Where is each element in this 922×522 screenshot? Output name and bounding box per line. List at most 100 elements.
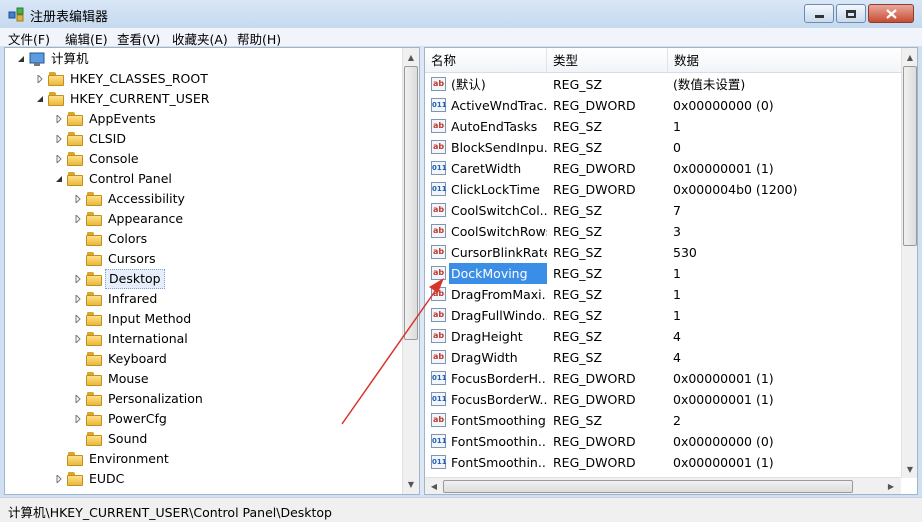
folder-icon [86, 332, 102, 346]
scroll-right-arrow-icon[interactable]: ▶ [883, 478, 899, 494]
value-row[interactable]: 011 FocusBorderH... REG_DWORD 0x00000001 (1… [425, 368, 901, 389]
column-header-type[interactable]: 类型 [547, 48, 668, 73]
value-row[interactable]: ab (默认) REG_SZ (数值未设置) [425, 74, 901, 95]
menu-favorites[interactable]: 收藏夹(A) [172, 29, 228, 48]
close-button[interactable] [868, 4, 914, 23]
tree-item[interactable]: Colors [5, 229, 400, 249]
scroll-left-arrow-icon[interactable]: ◀ [426, 478, 442, 494]
tree-item[interactable]: Mouse [5, 369, 400, 389]
value-row[interactable]: ab FontSmoothing REG_SZ 2 [425, 410, 901, 431]
column-header-data[interactable]: 数据 [668, 48, 903, 73]
expanded-triangle-icon[interactable] [36, 95, 44, 103]
value-data: 3 [673, 224, 681, 239]
folder-icon [86, 272, 102, 286]
tree-item[interactable]: Desktop [5, 269, 400, 289]
menu-view[interactable]: 查看(V) [117, 29, 160, 48]
menu-edit[interactable]: 编辑(E) [65, 29, 108, 48]
tree-vertical-scrollbar[interactable]: ▲ ▼ [402, 48, 419, 494]
expanded-triangle-icon[interactable] [55, 175, 63, 183]
value-row[interactable]: ab DragWidth REG_SZ 4 [425, 347, 901, 368]
value-row[interactable]: 011 ActiveWndTrac... REG_DWORD 0x00000000 (… [425, 95, 901, 116]
collapsed-triangle-icon[interactable] [36, 75, 44, 83]
maximize-button[interactable] [836, 4, 866, 23]
value-row[interactable]: 011 CaretWidth REG_DWORD 0x00000001 (1) [425, 158, 901, 179]
tree-item[interactable]: Cursors [5, 249, 400, 269]
value-row[interactable]: ab CoolSwitchCol... REG_SZ 7 [425, 200, 901, 221]
value-row[interactable]: ab CursorBlinkRate REG_SZ 530 [425, 242, 901, 263]
tree-item[interactable]: HKEY_CLASSES_ROOT [5, 69, 400, 89]
value-row[interactable]: ab CoolSwitchRows REG_SZ 3 [425, 221, 901, 242]
value-name: CoolSwitchCol... [451, 203, 547, 218]
collapsed-triangle-icon[interactable] [74, 195, 82, 203]
tree-item[interactable]: International [5, 329, 400, 349]
reg-sz-icon: ab [431, 203, 446, 217]
tree-item[interactable]: AppEvents [5, 109, 400, 129]
tree-item-label: Colors [108, 231, 148, 246]
collapsed-triangle-icon[interactable] [55, 155, 63, 163]
reg-dword-icon: 011 [431, 392, 447, 406]
list-vertical-scrollbar[interactable]: ▲ ▼ [901, 48, 917, 478]
tree-item[interactable]: Accessibility [5, 189, 400, 209]
list-horizontal-thumb[interactable] [443, 480, 853, 493]
tree-scroll-thumb[interactable] [404, 66, 418, 340]
collapsed-triangle-icon[interactable] [74, 215, 82, 223]
value-data: 7 [673, 203, 681, 218]
value-row[interactable]: 011 FontSmoothin... REG_DWORD 0x00000000 (0… [425, 431, 901, 452]
tree-item[interactable]: Appearance [5, 209, 400, 229]
window-title: 注册表编辑器 [30, 10, 109, 25]
scroll-up-arrow-icon[interactable]: ▲ [902, 49, 917, 65]
values-list-pane[interactable]: 名称 类型 数据 ab (默认) REG_SZ (数值未设置) 011 ActiveWnd… [424, 47, 918, 495]
expanded-triangle-icon[interactable] [17, 55, 25, 63]
tree-item[interactable]: EUDC [5, 469, 400, 489]
tree-item[interactable]: PowerCfg [5, 409, 400, 429]
value-row[interactable]: ab AutoEndTasks REG_SZ 1 [425, 116, 901, 137]
value-data: 2 [673, 413, 681, 428]
collapsed-triangle-icon[interactable] [74, 335, 82, 343]
collapsed-triangle-icon[interactable] [55, 135, 63, 143]
tree-item[interactable]: Infrared [5, 289, 400, 309]
value-row[interactable]: ab DockMoving REG_SZ 1 [425, 263, 901, 284]
folder-icon [67, 472, 83, 486]
tree-item[interactable]: Input Method [5, 309, 400, 329]
scroll-down-arrow-icon[interactable]: ▼ [403, 476, 419, 492]
key-tree-pane[interactable]: 计算机 HKEY_CLASSES_ROOT HKEY_CURRENT_USER App… [4, 47, 420, 495]
value-row[interactable]: ab BlockSendInpu... REG_SZ 0 [425, 137, 901, 158]
menu-help[interactable]: 帮助(H) [237, 29, 281, 48]
collapsed-triangle-icon[interactable] [74, 415, 82, 423]
tree-item[interactable]: Environment [5, 449, 400, 469]
value-row[interactable]: ab DragFullWindo... REG_SZ 1 [425, 305, 901, 326]
collapsed-triangle-icon[interactable] [55, 115, 63, 123]
list-horizontal-scrollbar[interactable]: ◀ ▶ [425, 477, 901, 494]
value-row[interactable]: ab DragHeight REG_SZ 4 [425, 326, 901, 347]
tree-item[interactable]: Control Panel [5, 169, 400, 189]
folder-icon [86, 372, 102, 386]
collapsed-triangle-icon[interactable] [55, 475, 63, 483]
tree-item-label: CLSID [89, 131, 126, 146]
collapsed-triangle-icon[interactable] [74, 315, 82, 323]
menu-file[interactable]: 文件(F) [8, 29, 50, 48]
value-row[interactable]: 011 FontSmoothin... REG_DWORD 0x00000001 (1… [425, 452, 901, 473]
collapsed-triangle-icon[interactable] [74, 295, 82, 303]
value-type: REG_SZ [553, 329, 603, 344]
tree-item[interactable]: 计算机 [5, 49, 400, 69]
minimize-button[interactable] [804, 4, 834, 23]
tree-item[interactable]: Sound [5, 429, 400, 449]
value-type: REG_SZ [553, 413, 603, 428]
column-header-name[interactable]: 名称 [425, 48, 547, 73]
tree-item[interactable]: CLSID [5, 129, 400, 149]
tree-item[interactable]: HKEY_CURRENT_USER [5, 89, 400, 109]
folder-icon [67, 112, 83, 126]
value-row[interactable]: ab DragFromMaxi... REG_SZ 1 [425, 284, 901, 305]
tree-item[interactable]: Console [5, 149, 400, 169]
scroll-up-arrow-icon[interactable]: ▲ [403, 49, 419, 65]
value-row[interactable]: 011 ClickLockTime REG_DWORD 0x000004b0 (120… [425, 179, 901, 200]
scroll-down-arrow-icon[interactable]: ▼ [902, 461, 917, 477]
tree-item-label: Mouse [108, 371, 149, 386]
collapsed-triangle-icon[interactable] [74, 275, 82, 283]
list-scroll-thumb[interactable] [903, 66, 917, 246]
tree-item[interactable]: Personalization [5, 389, 400, 409]
collapsed-triangle-icon[interactable] [74, 395, 82, 403]
value-type: REG_SZ [553, 350, 603, 365]
tree-item[interactable]: Keyboard [5, 349, 400, 369]
value-row[interactable]: 011 FocusBorderW... REG_DWORD 0x00000001 (1… [425, 389, 901, 410]
